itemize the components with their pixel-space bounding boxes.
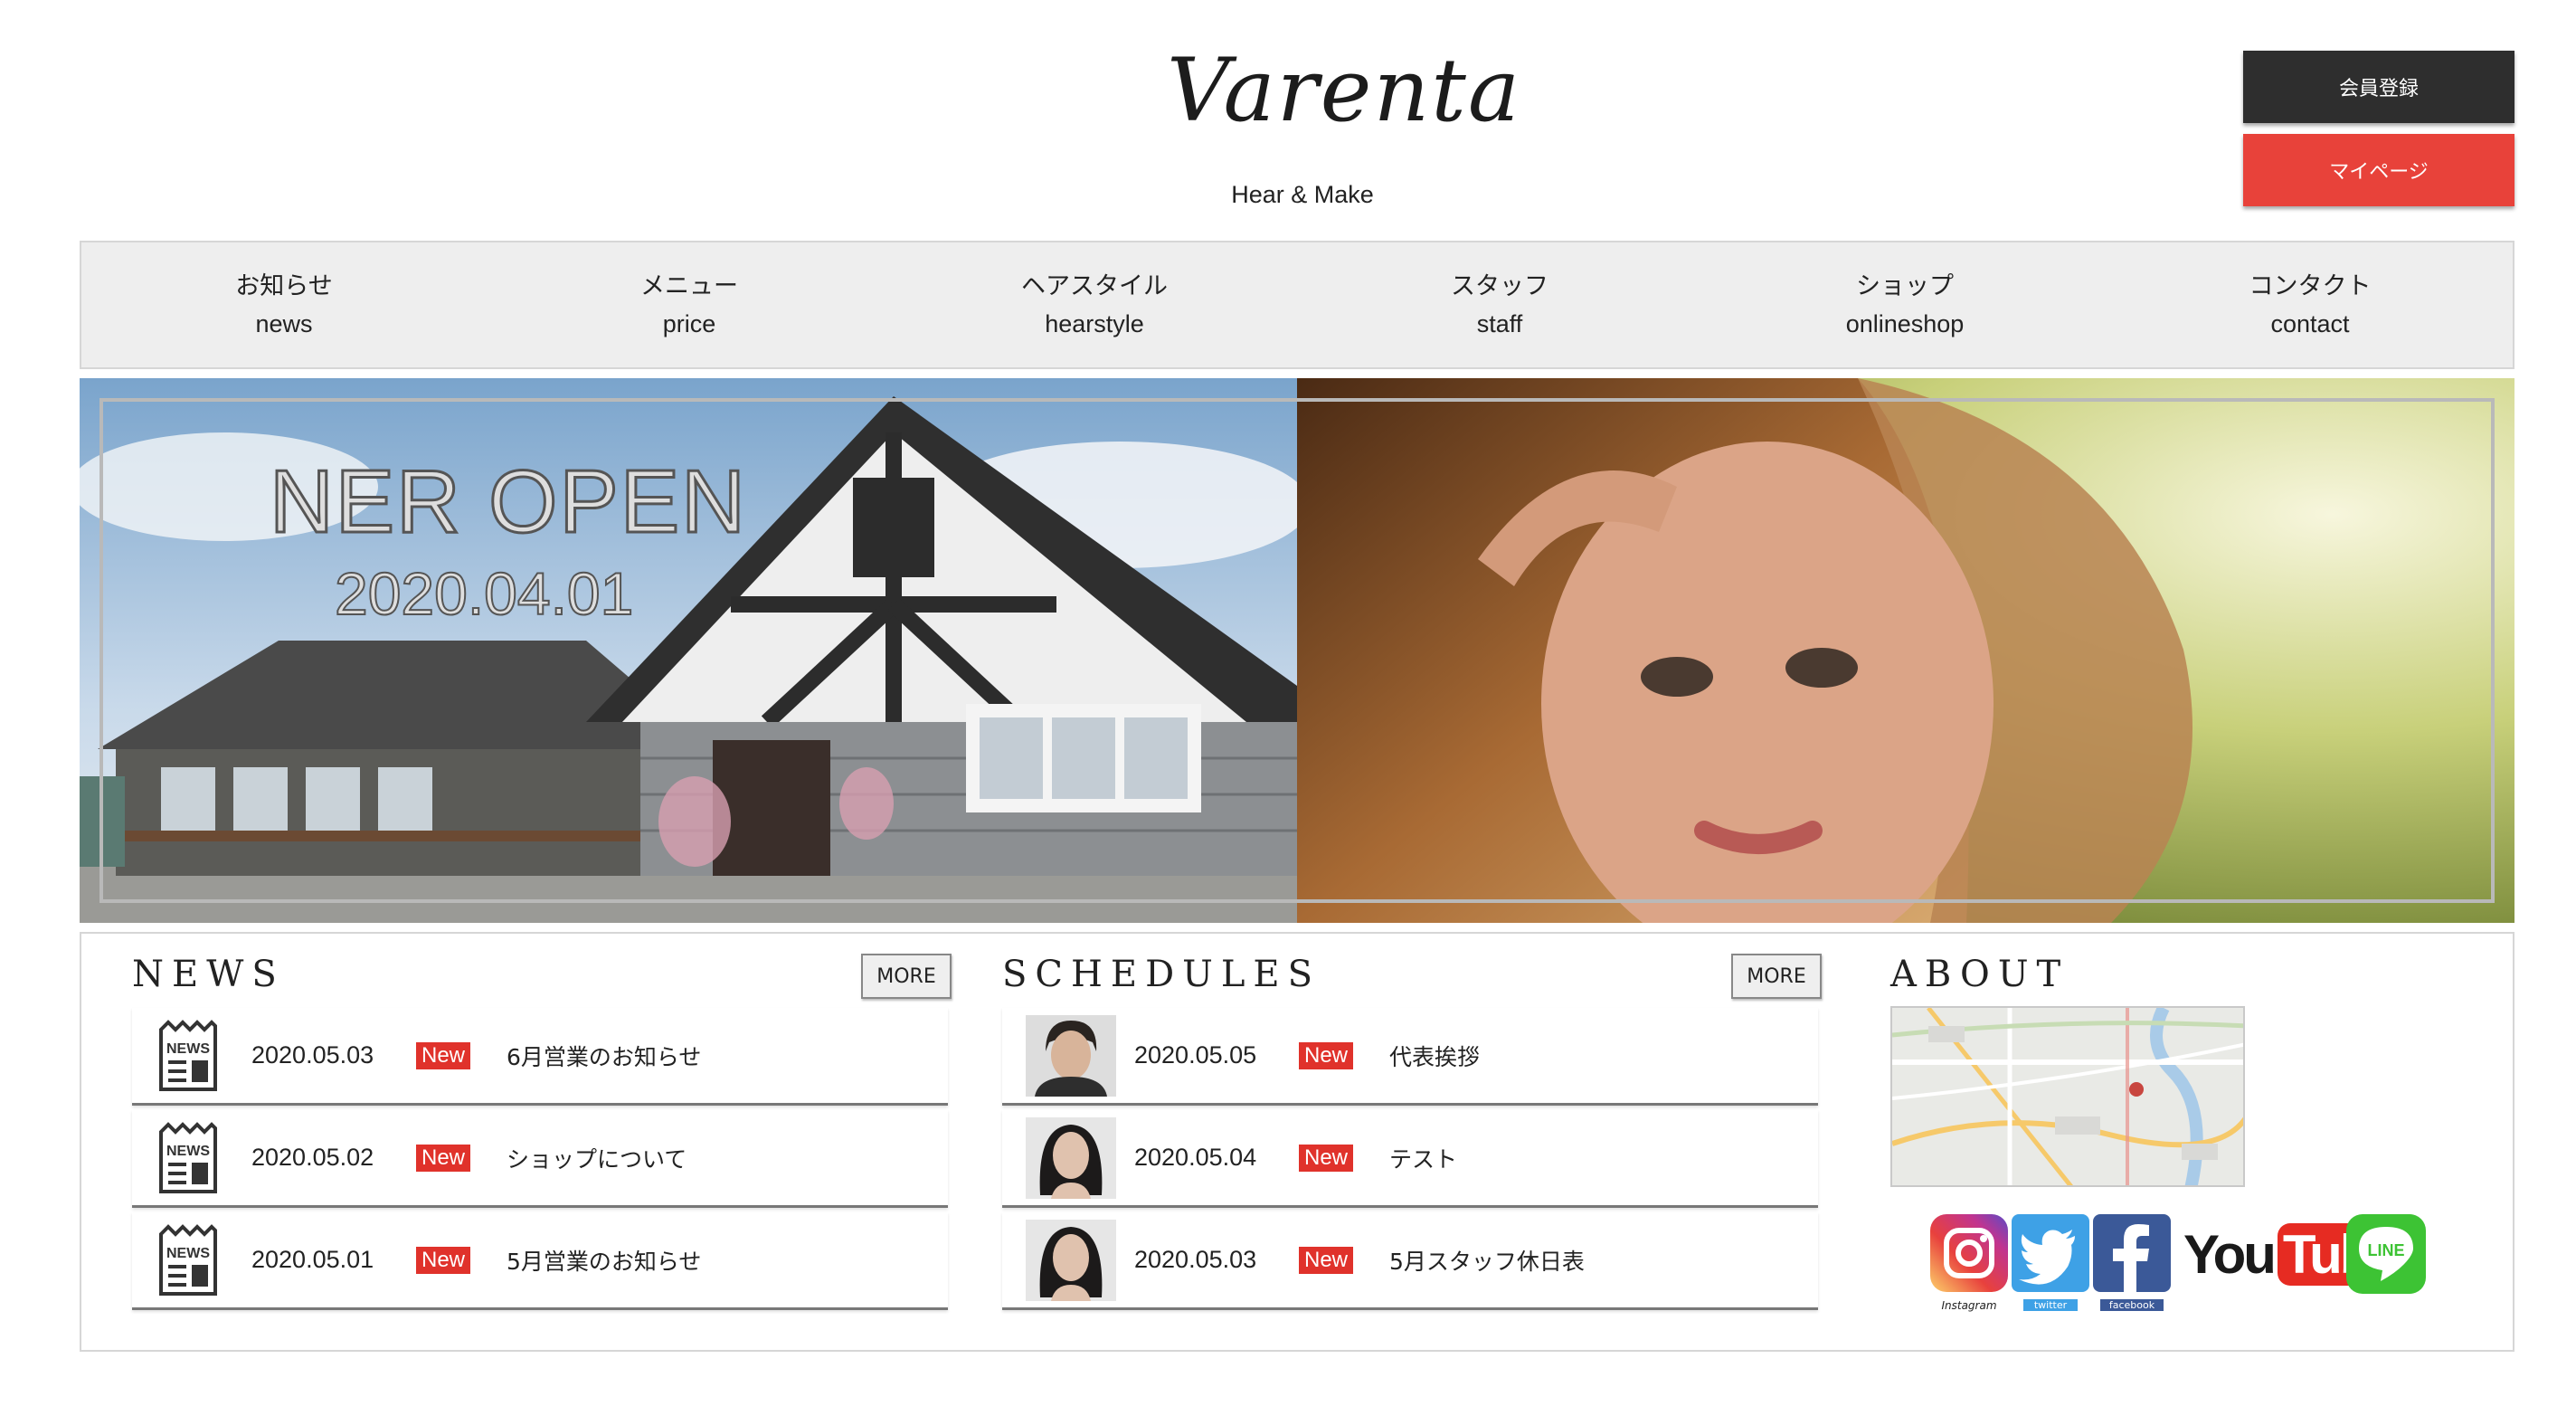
twitter-link[interactable]: twitter — [2012, 1214, 2089, 1311]
news-title[interactable]: 6月営業のお知らせ — [507, 1040, 701, 1072]
about-heading: ABOUT — [1890, 954, 2069, 995]
staff-photo — [1026, 1219, 1116, 1301]
schedule-title[interactable]: 代表挨拶 — [1389, 1040, 1480, 1072]
nav-item-contact[interactable]: コンタクト contact — [2107, 242, 2513, 367]
nav-item-news[interactable]: お知らせ news — [81, 242, 487, 367]
facebook-icon — [2093, 1214, 2171, 1296]
newspaper-icon-text: NEWS — [166, 1041, 210, 1057]
instagram-icon — [1930, 1214, 2008, 1296]
schedule-date: 2020.05.05 — [1134, 1041, 1257, 1069]
schedule-row[interactable]: 2020.05.04 New テスト — [1002, 1110, 1818, 1208]
news-title[interactable]: ショップについて — [507, 1142, 687, 1174]
schedule-row[interactable]: 2020.05.03 New 5月スタッフ休日表 — [1002, 1212, 1818, 1310]
newspaper-icon: NEWS — [143, 1015, 233, 1097]
schedule-date: 2020.05.04 — [1134, 1144, 1257, 1171]
model-portrait-image — [1297, 378, 2514, 923]
newspaper-icon: NEWS — [143, 1220, 233, 1301]
new-badge: New — [416, 1041, 471, 1069]
new-badge: New — [1299, 1144, 1354, 1172]
news-date: 2020.05.01 — [251, 1246, 374, 1273]
nav-label-en: price — [662, 310, 716, 337]
new-badge: New — [416, 1144, 471, 1172]
instagram-label: Instagram — [1941, 1299, 1997, 1312]
schedules-list: 2020.05.05 New 代表挨拶 2020.05.04 New テスト 2… — [1002, 1008, 1818, 1315]
news-title[interactable]: 5月営業のお知らせ — [507, 1244, 701, 1277]
facebook-link[interactable]: facebook — [2093, 1214, 2171, 1311]
main-nav: お知らせ news メニュー price ヘアスタイル hearstyle スタ… — [80, 241, 2514, 369]
news-list: NEWS 2020.05.03 New 6月営業のお知らせ NEWS 2020.… — [132, 1008, 948, 1315]
twitter-label: twitter — [2022, 1299, 2079, 1311]
new-badge: New — [1299, 1246, 1354, 1274]
nav-item-onlineshop[interactable]: ショップ onlineshop — [1702, 242, 2107, 367]
nav-item-staff[interactable]: スタッフ staff — [1297, 242, 1702, 367]
new-badge: New — [1299, 1041, 1354, 1069]
nav-label-en: contact — [2270, 310, 2350, 337]
nav-label-jp: お知らせ — [235, 272, 333, 299]
newspaper-icon-text: NEWS — [166, 1144, 210, 1159]
news-date: 2020.05.02 — [251, 1144, 374, 1171]
news-row[interactable]: NEWS 2020.05.03 New 6月営業のお知らせ — [132, 1008, 948, 1106]
staff-photo — [1026, 1116, 1116, 1199]
newspaper-icon-text: NEWS — [166, 1246, 210, 1261]
nav-label-en: news — [255, 310, 313, 337]
schedules-more-button[interactable]: MORE — [1731, 954, 1822, 999]
news-more-button[interactable]: MORE — [861, 954, 952, 999]
nav-label-jp: ヘアスタイル — [1021, 272, 1168, 299]
hero-title: NER OPEN — [269, 451, 747, 553]
newspaper-icon: NEWS — [143, 1117, 233, 1199]
schedule-date: 2020.05.03 — [1134, 1246, 1257, 1273]
site-logo[interactable]: Varenta — [1167, 47, 1520, 134]
nav-label-en: onlineshop — [1845, 310, 1965, 337]
schedule-row[interactable]: 2020.05.05 New 代表挨拶 — [1002, 1008, 1818, 1106]
news-date: 2020.05.03 — [251, 1041, 374, 1069]
line-icon: LINE — [2346, 1214, 2426, 1297]
youtube-you-text: You — [2183, 1224, 2277, 1285]
nav-item-hairstyle[interactable]: ヘアスタイル hearstyle — [892, 242, 1297, 367]
schedule-title[interactable]: 5月スタッフ休日表 — [1389, 1244, 1585, 1277]
nav-label-en: staff — [1476, 310, 1523, 337]
nav-label-en: hearstyle — [1045, 310, 1144, 337]
nav-item-price[interactable]: メニュー price — [487, 242, 892, 367]
news-row[interactable]: NEWS 2020.05.01 New 5月営業のお知らせ — [132, 1212, 948, 1310]
mypage-button[interactable]: マイページ — [2243, 134, 2514, 206]
new-badge: New — [416, 1246, 471, 1274]
instagram-link[interactable]: Instagram — [1930, 1214, 2008, 1312]
member-register-button[interactable]: 会員登録 — [2243, 51, 2514, 123]
twitter-icon — [2012, 1214, 2089, 1296]
facebook-label: facebook — [2099, 1299, 2164, 1311]
nav-label-jp: ショップ — [1856, 272, 1954, 299]
nav-label-jp: スタッフ — [1451, 272, 1548, 299]
location-map[interactable] — [1890, 1006, 2245, 1187]
nav-label-jp: コンタクト — [2249, 272, 2372, 299]
schedule-title[interactable]: テスト — [1389, 1142, 1457, 1174]
hero-date: 2020.04.01 — [334, 559, 634, 628]
line-icon-text: LINE — [2367, 1241, 2404, 1259]
news-row[interactable]: NEWS 2020.05.02 New ショップについて — [132, 1110, 948, 1208]
site-subtitle: Hear & Make — [1231, 181, 1374, 208]
line-link[interactable]: LINE — [2346, 1214, 2426, 1297]
staff-photo — [1026, 1014, 1116, 1097]
hero-banner: NER OPEN 2020.04.01 — [80, 378, 2514, 923]
nav-label-jp: メニュー — [640, 272, 738, 299]
schedules-heading: SCHEDULES — [1002, 954, 1321, 995]
news-heading: NEWS — [132, 954, 285, 995]
